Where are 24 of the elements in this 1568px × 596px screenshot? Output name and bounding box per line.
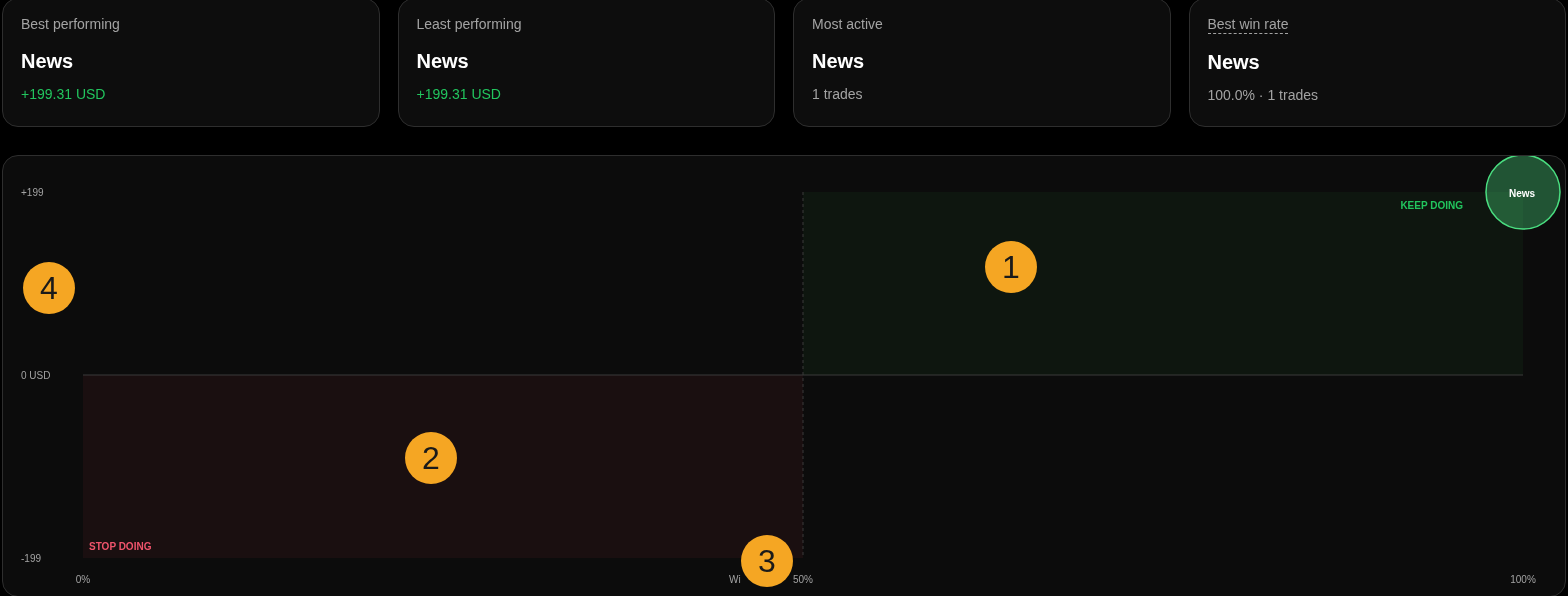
x-tick-label: 100%: [1510, 574, 1536, 585]
card-value: News: [812, 49, 866, 73]
x-axis-label: Wi: [729, 574, 741, 585]
card-label: Most active: [812, 15, 883, 33]
y-tick-label: +199: [21, 187, 44, 198]
card-label: Best performing: [21, 15, 120, 33]
quadrant-label: KEEP DOING: [1400, 200, 1463, 211]
y-tick-label: -199: [21, 553, 41, 564]
card-value: News: [21, 49, 75, 73]
card-detail: +199.31 USD: [21, 85, 107, 103]
card-detail: +199.31 USD: [416, 85, 502, 103]
callout-badge: 3: [741, 535, 793, 587]
callout-badge: 4: [23, 262, 75, 314]
y-tick-label: 0 USD: [21, 370, 51, 381]
card-value: News: [1207, 50, 1261, 74]
card-label: Best win rate: [1207, 15, 1289, 34]
card-detail: 1 trades: [812, 85, 864, 103]
quadrant-label: STOP DOING: [89, 541, 152, 552]
x-tick-label: 0%: [75, 574, 91, 585]
point-label: News: [1509, 188, 1536, 199]
card-value: News: [416, 49, 470, 73]
card-detail: 100.0% · 1 trades: [1207, 86, 1319, 104]
card-label: Least performing: [416, 15, 522, 33]
x-tick-label: 50%: [793, 574, 813, 585]
